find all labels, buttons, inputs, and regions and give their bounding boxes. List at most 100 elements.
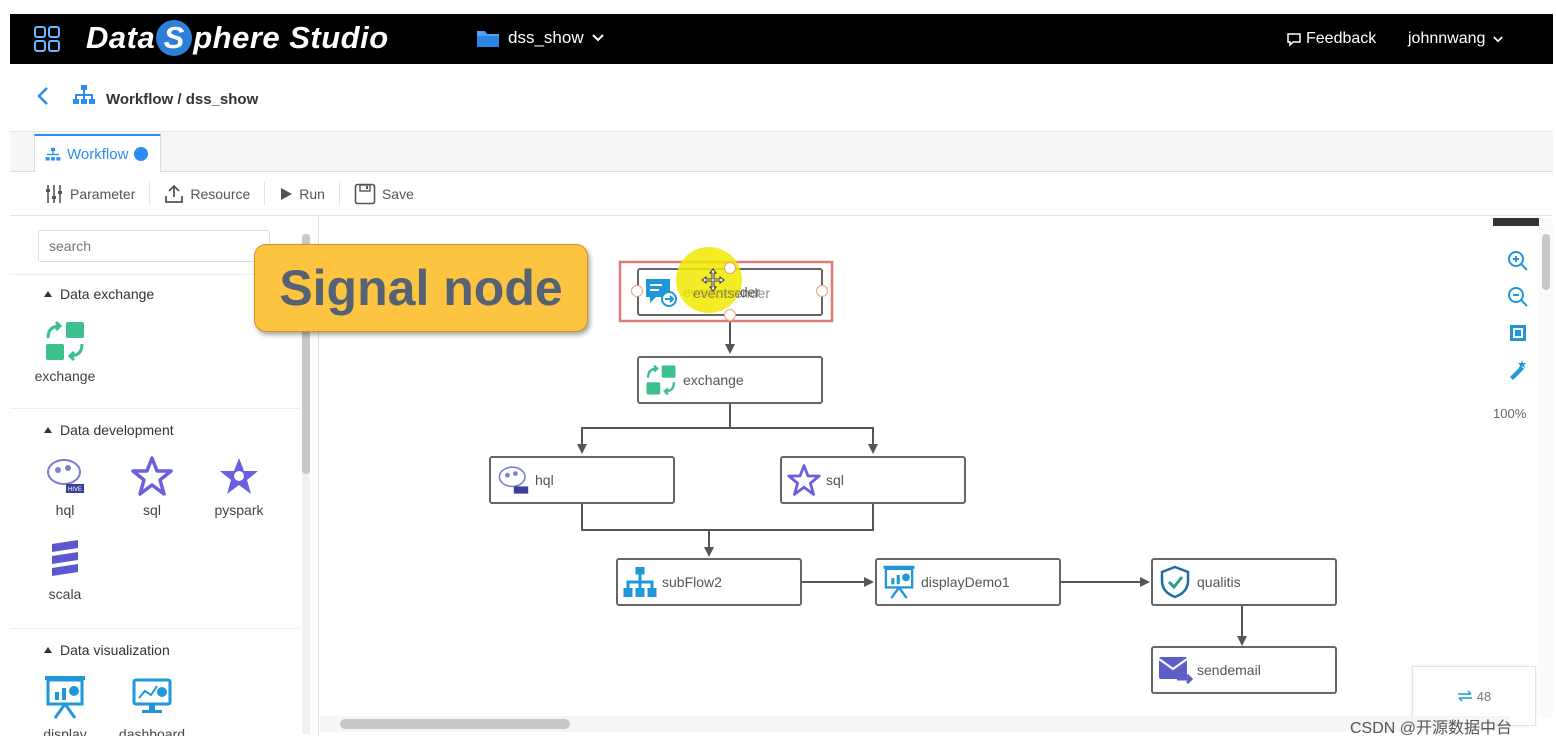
presentation-board-icon: [45, 676, 85, 719]
shield-check-icon: [1153, 565, 1197, 599]
scrollbar-thumb[interactable]: [340, 719, 570, 729]
workflow-icon: [73, 85, 95, 104]
tool-dashboard[interactable]: dashboard: [112, 674, 192, 736]
chat-icon: [1287, 33, 1301, 47]
tool-sql[interactable]: sql: [112, 456, 192, 518]
section-title: Data exchange: [60, 286, 155, 302]
tool-label: display: [43, 726, 87, 736]
anchor-bottom[interactable]: [724, 309, 736, 321]
breadcrumb-bar: Workflow / dss_show: [10, 64, 1553, 132]
tool-label: exchange: [34, 368, 96, 384]
watermark: CSDN @开源数据中台: [1350, 720, 1513, 737]
brand-s-badge: S: [156, 20, 193, 56]
folder-icon: [477, 31, 499, 47]
subflow-hierarchy-icon: [618, 565, 662, 599]
app-grid-icon[interactable]: [34, 26, 60, 52]
node-subflow[interactable]: subFlow2: [616, 558, 802, 606]
star-icon: [131, 456, 173, 496]
tool-label: scala: [48, 586, 82, 602]
canvas-horizontal-scrollbar[interactable]: [320, 716, 1510, 732]
parameter-label: Parameter: [70, 185, 136, 202]
sliders-icon: [46, 184, 62, 203]
anchor-left[interactable]: [631, 285, 643, 297]
upload-icon: [165, 184, 184, 203]
tool-display[interactable]: display: [25, 674, 105, 736]
tool-scala[interactable]: scala: [25, 540, 105, 602]
feedback-link[interactable]: Feedback: [1286, 30, 1376, 48]
chevron-down-icon: [591, 34, 604, 42]
node-label: hql: [535, 472, 554, 488]
run-button[interactable]: Run: [265, 181, 340, 206]
canvas-vertical-scrollbar[interactable]: [1539, 218, 1553, 718]
canvas-zoom-tools: [1493, 218, 1539, 428]
node-label: displayDemo1: [921, 574, 1010, 590]
tool-label: hql: [55, 502, 75, 518]
node-label: subFlow2: [662, 574, 722, 590]
user-name: johnnwang: [1408, 30, 1486, 47]
caret-up-icon: [44, 647, 52, 653]
back-arrow-icon[interactable]: [36, 86, 50, 106]
fit-screen-icon[interactable]: [1507, 322, 1529, 344]
node-display[interactable]: displayDemo1: [875, 558, 1061, 606]
tool-pyspark[interactable]: pyspark: [199, 456, 279, 518]
node-label: exchange: [683, 372, 744, 388]
anchor-right[interactable]: [816, 285, 828, 297]
hive-icon: HIVE: [47, 459, 84, 493]
tool-exchange[interactable]: exchange: [25, 320, 105, 384]
hive-icon: [491, 464, 535, 496]
zoom-level: 100%: [1493, 406, 1527, 421]
node-qualitis[interactable]: qualitis: [1151, 558, 1337, 606]
play-icon: [281, 187, 293, 200]
scala-icon: [52, 540, 78, 576]
project-selector[interactable]: dss_show: [476, 28, 604, 48]
save-button[interactable]: Save: [340, 182, 428, 206]
workflow-icon: [45, 147, 61, 160]
breadcrumb: Workflow / dss_show: [106, 91, 259, 108]
app-window: Data Sphere Studio dss_show Feedback john…: [0, 0, 1556, 744]
top-bar: Data Sphere Studio dss_show Feedback john…: [10, 14, 1553, 64]
node-hql[interactable]: hql: [489, 456, 675, 504]
node-sql[interactable]: sql: [780, 456, 966, 504]
node-label-overlay: eventsender: [693, 285, 771, 301]
brand-logo: Data Sphere Studio: [86, 20, 389, 56]
exchange-icon: [639, 364, 683, 396]
scrollbar-thumb[interactable]: [1542, 234, 1550, 290]
parameter-button[interactable]: Parameter: [30, 181, 151, 206]
node-label: sql: [826, 472, 844, 488]
swap-arrows-icon: [1457, 690, 1472, 702]
signal-node-callout: Signal node: [254, 244, 588, 332]
magic-layout-icon[interactable]: [1507, 358, 1529, 380]
anchor-top[interactable]: [724, 262, 736, 274]
section-data-visualization[interactable]: Data visualization: [44, 642, 170, 658]
caret-up-icon: [44, 427, 52, 433]
presentation-board-icon: [877, 564, 921, 600]
tab-bar: Workflow: [10, 132, 1553, 172]
section-title: Data visualization: [60, 642, 170, 658]
brand-text-1: Data: [86, 20, 156, 55]
tool-hql[interactable]: HIVE hql: [25, 456, 105, 518]
node-exchange[interactable]: exchange: [637, 356, 823, 404]
node-sendemail[interactable]: sendemail: [1151, 646, 1337, 694]
brand-text-2: phere Studio: [193, 20, 389, 55]
chevron-down-icon: [1493, 35, 1504, 42]
search-input[interactable]: [38, 230, 270, 262]
resource-button[interactable]: Resource: [150, 181, 266, 206]
section-data-development[interactable]: Data development: [44, 422, 174, 438]
tab-workflow[interactable]: Workflow: [34, 134, 161, 172]
exchange-icon: [46, 320, 84, 362]
section-title: Data development: [60, 422, 174, 438]
star-icon: [782, 464, 826, 496]
user-menu[interactable]: johnnwang: [1408, 30, 1504, 48]
send-email-icon: [1153, 653, 1197, 687]
feedback-label: Feedback: [1306, 30, 1377, 47]
svg-text:HIVE: HIVE: [68, 487, 82, 493]
zoom-in-icon[interactable]: [1507, 250, 1529, 272]
node-label: qualitis: [1197, 574, 1241, 590]
tool-header-bar: [1493, 218, 1539, 226]
unsaved-dot: [134, 147, 149, 161]
zoom-out-icon[interactable]: [1507, 286, 1529, 308]
tab-label: Workflow: [67, 145, 129, 163]
tool-label: sql: [143, 502, 161, 518]
section-data-exchange[interactable]: Data exchange: [44, 286, 154, 302]
divider: [10, 408, 300, 409]
